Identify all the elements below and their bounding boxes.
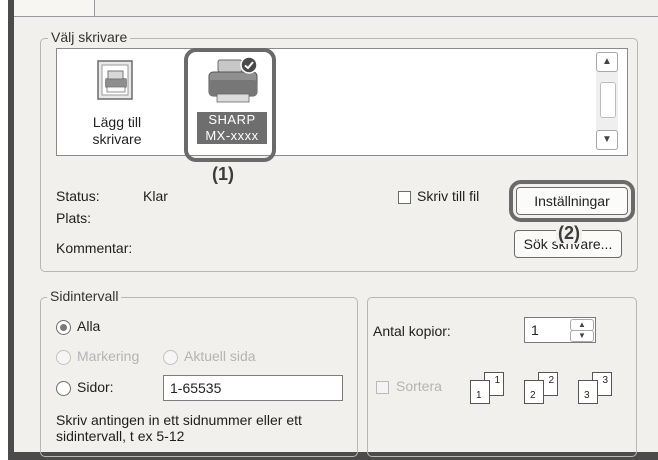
radio-current-page-label[interactable]: Aktuell sida [184, 348, 256, 364]
radio-current-page[interactable] [163, 350, 178, 365]
copies-label: Antal kopior: [373, 323, 451, 339]
scroll-down-button[interactable]: ▼ [596, 130, 618, 150]
radio-pages[interactable] [56, 381, 71, 396]
page-range-hint: Skriv antingen in ett sidnummer eller et… [56, 412, 302, 444]
callout-2: (2) [556, 223, 582, 244]
dialog-tab[interactable] [14, 0, 95, 17]
status-value: Klar [143, 188, 168, 204]
radio-selection[interactable] [56, 350, 71, 365]
add-printer-icon[interactable] [95, 58, 139, 102]
radio-all-label[interactable]: Alla [77, 318, 100, 334]
radio-pages-label[interactable]: Sidor: [77, 379, 114, 395]
collate-page-stack-2: 2 2 [524, 372, 562, 406]
highlight-printer [184, 48, 276, 162]
page-range-legend: Sidintervall [47, 288, 122, 304]
spin-down-button[interactable]: ▼ [570, 330, 594, 342]
radio-selection-label[interactable]: Markering [77, 348, 139, 364]
scroll-thumb[interactable] [600, 82, 616, 118]
status-label: Status: [56, 188, 100, 204]
copies-spinner[interactable]: ▲ ▼ [570, 319, 594, 342]
add-printer-label[interactable]: Lägg till skrivare [72, 114, 162, 148]
window-left-border [8, 0, 14, 460]
pages-input[interactable]: 1-65535 [163, 375, 343, 401]
collate-page-stack-1: 1 1 [470, 372, 508, 406]
collate-checkbox[interactable] [376, 381, 389, 394]
printer-list-scrollbar[interactable]: ▲ ▼ [596, 52, 618, 150]
collate-label[interactable]: Sortera [396, 378, 442, 394]
highlight-settings [509, 180, 635, 222]
tab-divider [94, 16, 658, 17]
scroll-up-button[interactable]: ▲ [596, 52, 618, 72]
print-to-file-checkbox[interactable] [398, 191, 411, 204]
radio-all[interactable] [56, 320, 71, 335]
comment-label: Kommentar: [56, 240, 133, 256]
print-to-file-label[interactable]: Skriv till fil [417, 188, 479, 204]
collate-page-stack-3: 3 3 [578, 372, 616, 406]
select-printer-legend: Välj skrivare [48, 29, 131, 45]
location-label: Plats: [56, 210, 92, 226]
callout-1: (1) [212, 164, 234, 184]
